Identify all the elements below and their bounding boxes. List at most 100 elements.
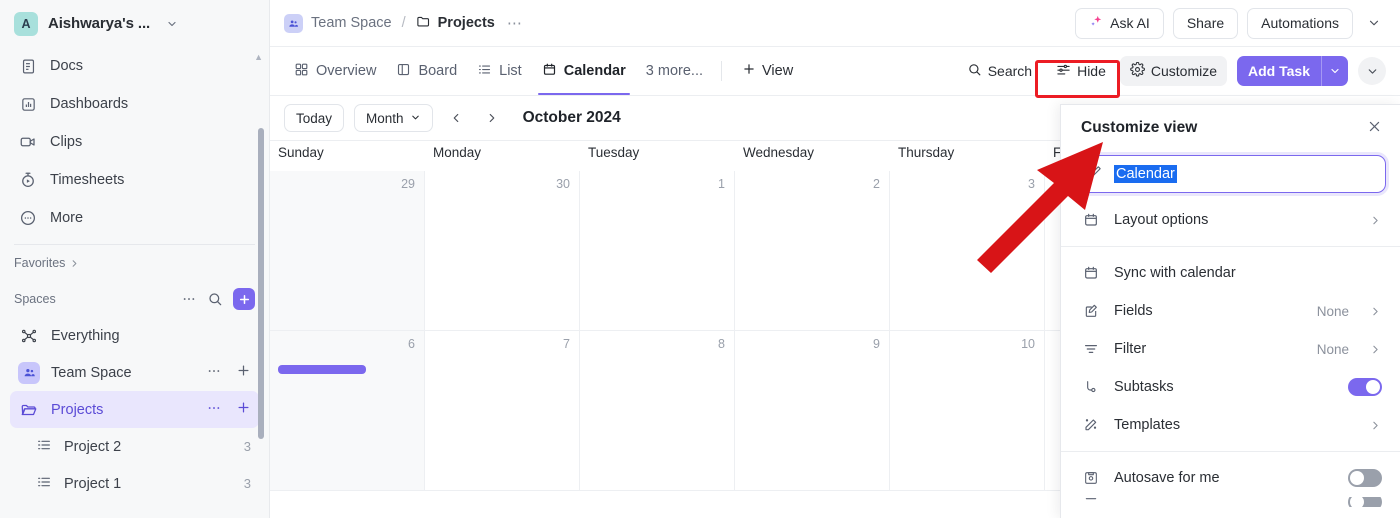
panel-row-label: Layout options xyxy=(1114,212,1209,228)
breadcrumb-ellipsis-icon[interactable]: ⋯ xyxy=(507,14,523,32)
tab-board[interactable]: Board xyxy=(386,47,467,95)
calendar-icon xyxy=(1082,264,1100,282)
add-space-button[interactable] xyxy=(233,288,255,310)
breadcrumb-separator: / xyxy=(401,15,406,31)
search-label: Search xyxy=(987,63,1033,79)
calendar-day-cell[interactable]: 6 xyxy=(270,331,425,491)
sidebar-item-docs[interactable]: Docs xyxy=(10,47,259,85)
folder-icon xyxy=(416,14,431,33)
share-button[interactable]: Share xyxy=(1172,7,1239,39)
truncated-toggle[interactable] xyxy=(1348,497,1382,507)
panel-row-subtasks[interactable]: Subtasks xyxy=(1061,368,1400,406)
calendar-day-cell[interactable]: 1 xyxy=(580,171,735,331)
spaces-ellipsis-icon[interactable] xyxy=(181,291,197,307)
add-task-button[interactable]: Add Task xyxy=(1237,56,1348,86)
breadcrumb-folder[interactable]: Projects xyxy=(416,14,495,33)
top-bar-overflow-chevron-down-icon[interactable] xyxy=(1362,16,1386,30)
automations-button[interactable]: Automations xyxy=(1247,7,1353,39)
sidebar-item-label: Clips xyxy=(50,134,83,150)
sidebar-scrollbar[interactable] xyxy=(258,128,264,439)
spaces-search-icon[interactable] xyxy=(207,291,223,307)
hide-label: Hide xyxy=(1077,63,1106,79)
panel-row-sync-with-calendar[interactable]: Sync with calendar xyxy=(1061,254,1400,292)
panel-title: Customize view xyxy=(1081,119,1198,136)
prev-month-button[interactable] xyxy=(443,105,469,131)
sidebar-item-timesheets[interactable]: Timesheets xyxy=(10,161,259,199)
calendar-day-cell[interactable]: 30 xyxy=(425,171,580,331)
view-name-input[interactable]: Calendar xyxy=(1075,155,1386,193)
search-button[interactable]: Search xyxy=(957,56,1042,86)
day-number: 8 xyxy=(718,337,725,351)
calendar-day-cell[interactable]: 8 xyxy=(580,331,735,491)
autosave-toggle[interactable] xyxy=(1348,469,1382,487)
day-number: 7 xyxy=(563,337,570,351)
calendar-day-cell[interactable]: 9 xyxy=(735,331,890,491)
workspace-switcher[interactable]: A Aishwarya's ... xyxy=(0,0,269,47)
more-views-button[interactable]: 3 more... xyxy=(636,63,713,79)
list-icon xyxy=(477,62,492,81)
favorites-label: Favorites xyxy=(14,256,66,270)
panel-row-templates[interactable]: Templates xyxy=(1061,406,1400,444)
sidebar-item-more[interactable]: More xyxy=(10,199,259,237)
close-icon[interactable] xyxy=(1367,119,1382,138)
breadcrumb-space[interactable]: Team Space xyxy=(311,15,392,31)
sidebar-item-team-space[interactable]: Team Space xyxy=(10,354,259,391)
favorites-section-header[interactable]: Favorites xyxy=(0,245,269,281)
calendar-day-cell[interactable]: 7 xyxy=(425,331,580,491)
panel-divider xyxy=(1061,246,1400,247)
view-bar-overflow-chevron-down-icon[interactable] xyxy=(1358,57,1386,85)
panel-row-cutoff[interactable] xyxy=(1061,497,1400,507)
sidebar-item-clips[interactable]: Clips xyxy=(10,123,259,161)
team-space-ellipsis-icon[interactable] xyxy=(206,363,222,383)
panel-row-label: Sync with calendar xyxy=(1114,265,1236,281)
sidebar-item-project-2[interactable]: Project 2 3 xyxy=(10,428,259,465)
overview-icon xyxy=(294,62,309,81)
list-icon xyxy=(36,474,52,494)
add-task-chevron-down-icon[interactable] xyxy=(1321,56,1348,86)
panel-row-value: None xyxy=(1316,303,1349,319)
clips-icon xyxy=(18,132,38,152)
add-view-button[interactable]: View xyxy=(730,56,805,86)
chevron-right-icon xyxy=(1369,343,1382,356)
customize-button[interactable]: Customize xyxy=(1119,56,1228,86)
next-month-button[interactable] xyxy=(479,105,505,131)
everything-icon xyxy=(18,325,40,347)
sidebar-item-project-1[interactable]: Project 1 3 xyxy=(10,465,259,502)
today-button[interactable]: Today xyxy=(284,104,345,132)
sidebar-item-projects[interactable]: Projects xyxy=(10,391,259,428)
tab-list[interactable]: List xyxy=(467,47,532,95)
hide-button[interactable]: Hide xyxy=(1046,56,1116,86)
main-content: Team Space / Projects ⋯ Ask AI Share Aut… xyxy=(270,0,1400,518)
sidebar-item-label: Dashboards xyxy=(50,96,129,112)
calendar-day-cell[interactable]: 10 xyxy=(890,331,1045,491)
calendar-task-chip[interactable] xyxy=(278,365,366,374)
customize-label: Customize xyxy=(1150,63,1218,79)
panel-row-fields[interactable]: Fields None xyxy=(1061,292,1400,330)
panel-row-value: None xyxy=(1316,341,1349,357)
chevron-down-icon xyxy=(410,111,421,126)
projects-ellipsis-icon[interactable] xyxy=(206,400,222,420)
tab-calendar[interactable]: Calendar xyxy=(532,47,636,95)
range-selector[interactable]: Month xyxy=(354,104,433,132)
sidebar-item-everything[interactable]: Everything xyxy=(10,317,259,354)
calendar-day-cell[interactable]: 2 xyxy=(735,171,890,331)
sparkle-icon xyxy=(1089,14,1104,32)
projects-add-icon[interactable] xyxy=(236,400,251,419)
calendar-day-cell[interactable]: 29 xyxy=(270,171,425,331)
calendar-day-cell[interactable]: 3 xyxy=(890,171,1045,331)
view-tab-bar: Overview Board List Calendar 3 more... V… xyxy=(270,47,1400,96)
sidebar-item-dashboards[interactable]: Dashboards xyxy=(10,85,259,123)
sidebar-item-actions xyxy=(206,363,251,383)
ask-ai-button[interactable]: Ask AI xyxy=(1075,7,1164,39)
panel-row-autosave-for-me[interactable]: Autosave for me xyxy=(1061,459,1400,497)
tab-overview[interactable]: Overview xyxy=(284,47,386,95)
panel-row-layout-options[interactable]: Layout options xyxy=(1061,201,1400,239)
sidebar-item-label: Project 1 xyxy=(64,475,122,492)
team-space-add-icon[interactable] xyxy=(236,363,251,382)
customize-view-panel: Customize view Calendar Layout options S… xyxy=(1060,104,1400,518)
panel-row-filter[interactable]: Filter None xyxy=(1061,330,1400,368)
chevron-right-icon xyxy=(69,258,80,269)
subtasks-toggle[interactable] xyxy=(1348,378,1382,396)
team-space-icon xyxy=(284,13,303,33)
view-bar-divider xyxy=(721,61,722,81)
